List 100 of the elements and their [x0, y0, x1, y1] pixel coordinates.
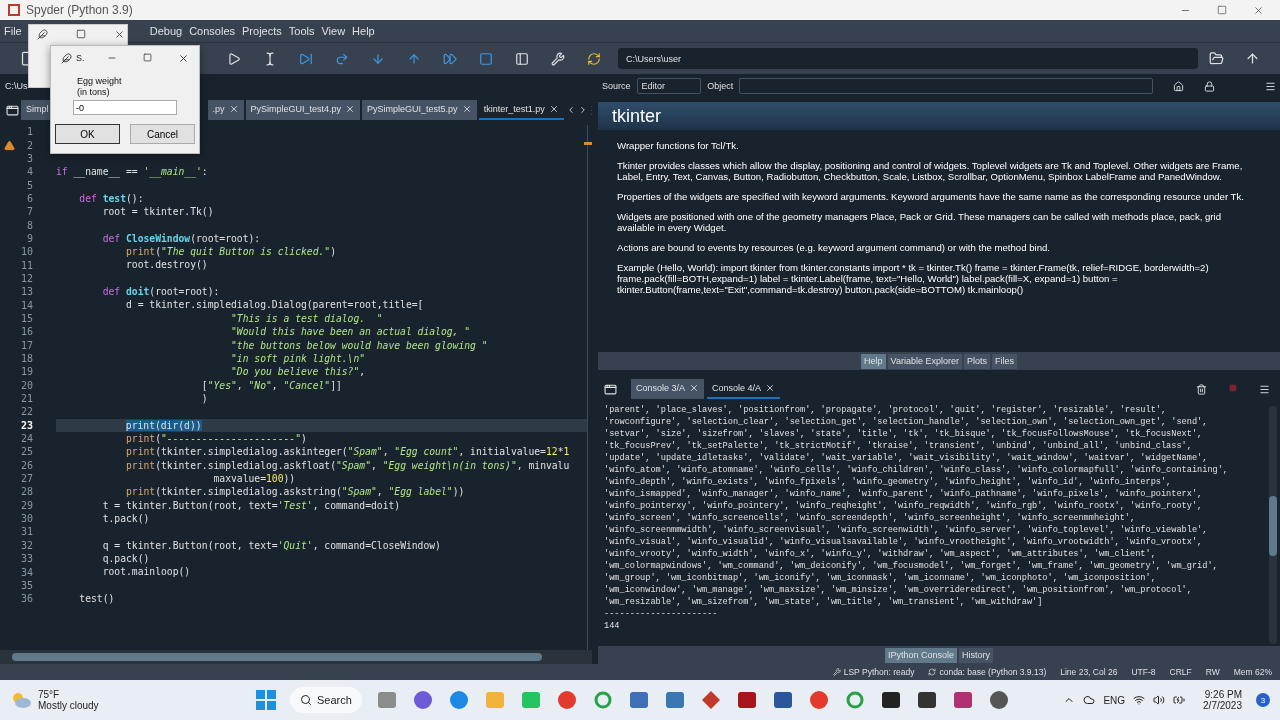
console-output-line: 144 — [604, 620, 620, 632]
scrollbar-thumb[interactable] — [1269, 496, 1277, 556]
dialog-button[interactable]: OK — [55, 124, 120, 144]
clock-time[interactable]: 9:26 PM — [1204, 689, 1242, 700]
close-icon[interactable] — [461, 104, 472, 114]
close-icon[interactable] — [345, 104, 356, 114]
volume-icon[interactable] — [1153, 694, 1166, 706]
console-output-line: 'rowconfigure', 'selection_clear', 'selection_get', 'selection_handle', 'selection_own', 'selection_own_get', 'send', — [604, 416, 1208, 428]
help-paragraph: Actions are bound to events by resources (e.g. keyword argument command) or with the method bind. — [617, 242, 1051, 253]
line-number: 20 — [20, 379, 33, 391]
close-icon[interactable] — [765, 383, 776, 393]
code-line: "This is a test dialog. " — [229, 312, 383, 324]
cloud-sun-icon — [10, 691, 32, 709]
file-tab[interactable]: PySimpleGUI_test5.py — [362, 100, 477, 120]
menu-item[interactable]: Consoles — [189, 25, 235, 37]
pane-tab[interactable]: History — [959, 647, 994, 663]
tab-list-icon[interactable] — [604, 382, 617, 396]
code-line: ) — [200, 392, 208, 404]
status-text: RW — [1205, 667, 1220, 677]
status-text: conda: base (Python 3.9.13) — [939, 667, 1047, 677]
menu-icon[interactable] — [1265, 80, 1276, 92]
battery-icon[interactable] — [1173, 694, 1186, 706]
line-number: 2 — [26, 139, 33, 151]
close-icon[interactable] — [114, 29, 125, 40]
code-line: test() — [78, 593, 115, 605]
menu-item[interactable]: Tools — [288, 25, 315, 37]
notification-badge[interactable]: 3 — [1256, 693, 1270, 707]
app-icon[interactable] — [987, 689, 1010, 711]
stop-icon[interactable] — [479, 51, 493, 66]
line-number: 29 — [20, 499, 33, 511]
run-cell-icon[interactable] — [227, 51, 241, 66]
window-title: Spyder (Python 3.9) — [26, 3, 133, 17]
search-button[interactable]: Search — [290, 687, 362, 713]
menu-icon[interactable] — [1259, 383, 1270, 395]
step-into-icon[interactable] — [371, 51, 385, 66]
windows-logo-icon[interactable] — [256, 690, 276, 710]
line-number: 11 — [20, 259, 33, 271]
step-over-icon[interactable] — [335, 51, 349, 66]
close-icon[interactable] — [689, 383, 700, 393]
warning-marker — [584, 142, 592, 145]
pane-tab[interactable]: Variable Explorer — [887, 353, 962, 369]
menu-item[interactable]: File — [4, 25, 22, 37]
close-icon[interactable] — [228, 104, 239, 114]
pane-tab[interactable]: Plots — [963, 353, 990, 369]
help-paragraph: Widgets are positioned with one of the geometry managers Place, Pack or Grid. These managers can be called with methods place, pack, grid available in every Widget. — [617, 211, 1222, 233]
pane-tab[interactable]: Help — [861, 353, 886, 369]
file-tab[interactable]: .py — [207, 100, 244, 120]
console-output-line: 'winfo_screen', 'winfo_screencells', 'winfo_screendepth', 'winfo_screenheight', 'winfo_screenmmheight', — [604, 512, 1136, 524]
maximize-icon[interactable] — [76, 29, 86, 39]
code-line: maxvalue=100)) — [212, 472, 296, 484]
menu-item[interactable]: Help — [352, 25, 375, 37]
pane-icon[interactable] — [515, 51, 529, 66]
code-line: def test(): — [78, 192, 144, 204]
debug-icon[interactable] — [299, 51, 313, 66]
temperature: 75°F — [38, 689, 61, 700]
home-icon[interactable] — [1173, 80, 1184, 92]
line-number: 7 — [26, 206, 33, 218]
tab-list-icon[interactable] — [6, 103, 19, 117]
dialog-button[interactable]: Cancel — [130, 124, 195, 144]
console-tab[interactable]: Console 3/A — [631, 379, 705, 399]
console-output-line: 'update', 'update_idletasks', 'validate', 'wait_variable', 'wait_visibility', 'wait_window', 'waitvar', 'widgetName', — [604, 452, 1208, 464]
line-number: 12 — [20, 272, 33, 284]
line-number: 3 — [26, 152, 33, 164]
code-line: q.pack() — [101, 553, 150, 564]
close-icon[interactable] — [1253, 4, 1264, 16]
scrollbar-thumb[interactable] — [12, 653, 542, 661]
pane-tab[interactable]: Files — [991, 353, 1017, 369]
step-return-icon[interactable] — [407, 51, 421, 66]
object-field[interactable] — [739, 78, 1153, 94]
search-icon — [300, 694, 312, 706]
help-paragraph: Wrapper functions for Tcl/Tk. — [617, 140, 740, 151]
wrench-icon[interactable] — [551, 51, 565, 66]
clock-date[interactable]: 2/7/2023 — [1203, 700, 1242, 711]
code-line: "Do you believe this?", — [229, 366, 366, 378]
pane-tab[interactable]: IPython Console — [884, 647, 957, 663]
lock-icon[interactable] — [1204, 80, 1215, 92]
maximize-icon[interactable] — [1217, 4, 1227, 16]
line-number: 17 — [20, 339, 33, 351]
trash-icon[interactable] — [1196, 383, 1207, 395]
object-label: Object — [707, 81, 734, 91]
maximize-icon[interactable] — [143, 52, 152, 64]
path-field[interactable]: C:\Users\user — [618, 48, 1198, 69]
close-icon[interactable] — [548, 104, 559, 114]
code-line: "in soft pink light.\n" — [229, 352, 366, 364]
input-field[interactable]: -0 — [73, 100, 177, 115]
source-dropdown[interactable]: Editor — [636, 78, 702, 94]
wifi-icon[interactable] — [1133, 694, 1146, 706]
weather-text: Mostly cloudy — [38, 700, 99, 711]
app-icon[interactable] — [735, 689, 758, 711]
menu-item[interactable]: View — [321, 25, 346, 37]
close-icon[interactable] — [178, 52, 189, 64]
menu-item[interactable]: Debug — [149, 25, 183, 37]
code-line: q = tkinter.Button(root, text='Quit', command=CloseWindow) — [101, 539, 441, 551]
continue-icon[interactable] — [443, 51, 457, 66]
cloud-icon[interactable] — [1083, 694, 1096, 706]
file-tab[interactable]: PySimpleGUI_test4.py — [245, 100, 361, 120]
help-paragraph: Example (Hello, World): import tkinter from tkinter.constants import * tk = tkinter.Tk() frame = tkinter.Frame(tk, relief=RIDGE, borderwidth=2) frame.pack(fill=BOTH,expand=1) label = tkinter.Label(frame, text="Hello, World") label.pack(fill=X, expand=1) button = tkinter.Button(frame,text="Exit",command=tk.destroy) button.pack(side=BOTTOM) tk.mainloop() — [617, 262, 1210, 295]
menu-item[interactable]: Projects — [242, 25, 282, 37]
language-indicator[interactable]: ENG — [1103, 694, 1126, 706]
console-output-line: 'winfo_depth', 'winfo_exists', 'winfo_fpixels', 'winfo_geometry', 'winfo_height', 'winfo_id', 'winfo_interps', — [604, 476, 1172, 488]
